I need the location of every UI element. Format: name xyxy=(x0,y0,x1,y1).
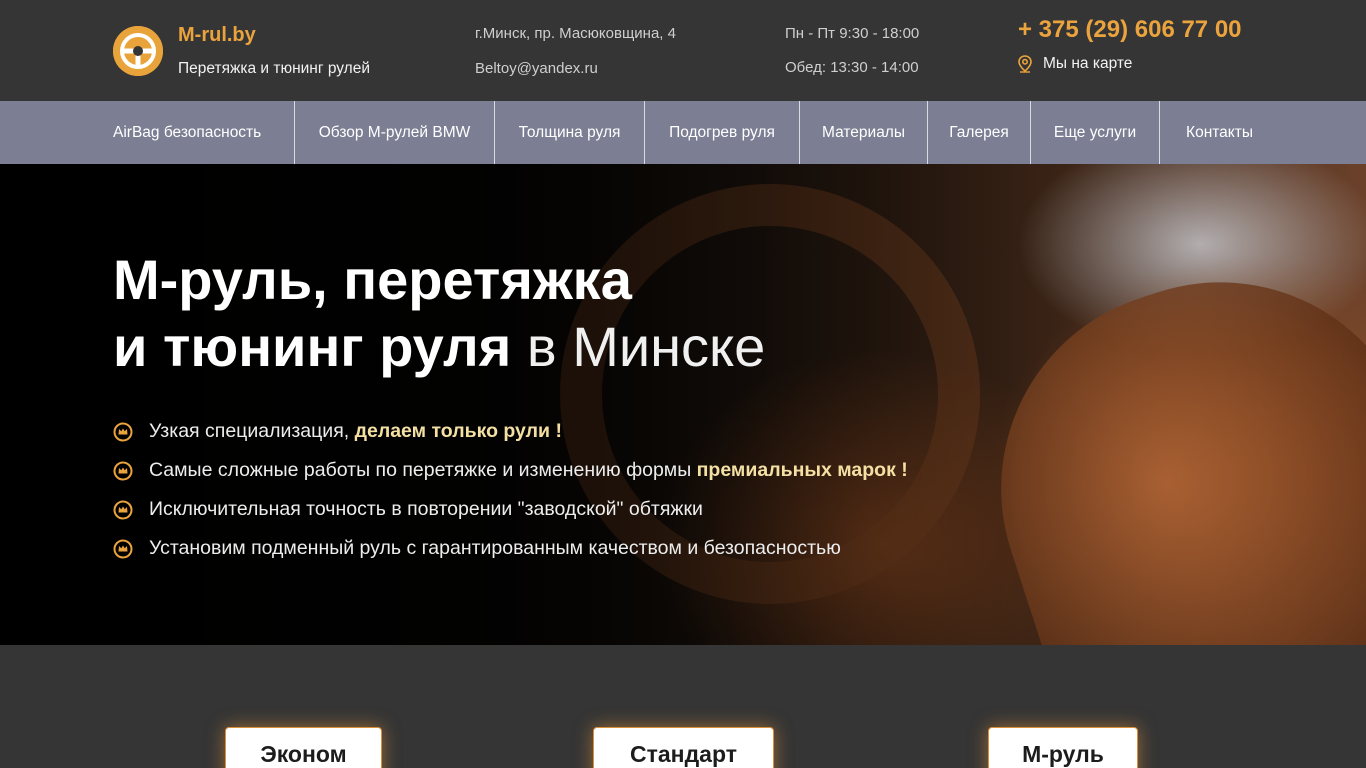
hero-title-line1: М-руль, перетяжка xyxy=(113,248,632,311)
map-link[interactable]: Мы на карте xyxy=(1017,55,1132,73)
hero-title: М-руль, перетяжка и тюнинг руля в Минске xyxy=(113,246,765,380)
brand-tagline: Перетяжка и тюнинг рулей xyxy=(178,60,371,77)
hero-section: М-руль, перетяжка и тюнинг руля в Минске… xyxy=(0,164,1366,645)
feature-list: Узкая специализация, делаем только рули … xyxy=(113,412,908,568)
nav-item-gallery[interactable]: Галерея xyxy=(928,101,1030,164)
phone-link[interactable]: + 375 (29) 606 77 00 xyxy=(1018,16,1242,44)
crown-badge-icon xyxy=(113,539,133,558)
hero-overlay xyxy=(0,164,1366,645)
feature-text: Установим подменный руль с гарантированн… xyxy=(149,537,841,559)
feature-text: Узкая специализация, xyxy=(149,420,350,442)
nav-item-contacts[interactable]: Контакты xyxy=(1160,101,1253,164)
plan-card-m-rul[interactable]: М-руль xyxy=(988,727,1138,768)
feature-highlight: премиальных марок ! xyxy=(696,459,908,481)
nav-item-heating[interactable]: Подогрев руля xyxy=(645,101,799,164)
crown-badge-icon xyxy=(113,500,133,519)
nav-item-airbag[interactable]: AirBag безопасность xyxy=(113,101,275,164)
nav-item-thickness[interactable]: Толщина руля xyxy=(495,101,644,164)
list-item: Узкая специализация, делаем только рули … xyxy=(113,412,908,451)
main-nav: AirBag безопасность Обзор М-рулей BMW То… xyxy=(0,101,1366,164)
brand-name[interactable]: M-rul.by xyxy=(178,24,256,47)
list-item: Исключительная точность в повторении "за… xyxy=(113,490,908,529)
list-item: Установим подменный руль с гарантированн… xyxy=(113,529,908,568)
plan-card-econom[interactable]: Эконом xyxy=(225,727,382,768)
lunch-hours: Обед: 13:30 - 14:00 xyxy=(785,59,919,76)
nav-item-materials[interactable]: Материалы xyxy=(800,101,927,164)
map-pin-icon xyxy=(1017,55,1033,73)
crown-badge-icon xyxy=(113,422,133,441)
nav-item-more-services[interactable]: Еще услуги xyxy=(1031,101,1159,164)
working-hours: Пн - Пт 9:30 - 18:00 xyxy=(785,25,920,42)
plan-card-standard[interactable]: Стандарт xyxy=(593,727,774,768)
steering-wheel-icon[interactable] xyxy=(113,26,163,76)
plans-section: Эконом Стандарт М-руль xyxy=(0,645,1366,768)
map-link-label: Мы на карте xyxy=(1043,55,1133,72)
crown-badge-icon xyxy=(113,461,133,480)
address-text: г.Минск, пр. Масюковщина, 4 xyxy=(475,25,676,42)
feature-highlight: делаем только рули ! xyxy=(354,420,562,442)
nav-item-bmw-review[interactable]: Обзор М-рулей BMW xyxy=(295,101,494,164)
list-item: Самые сложные работы по перетяжке и изме… xyxy=(113,451,908,490)
email-link[interactable]: Beltoy@yandex.ru xyxy=(475,60,598,77)
hero-title-line2: и тюнинг руля xyxy=(113,315,512,378)
feature-text: Исключительная точность в повторении "за… xyxy=(149,498,703,520)
site-header: M-rul.by Перетяжка и тюнинг рулей г.Минс… xyxy=(0,0,1366,101)
hero-title-city: в Минске xyxy=(511,315,766,378)
feature-text: Самые сложные работы по перетяжке и изме… xyxy=(149,459,692,481)
